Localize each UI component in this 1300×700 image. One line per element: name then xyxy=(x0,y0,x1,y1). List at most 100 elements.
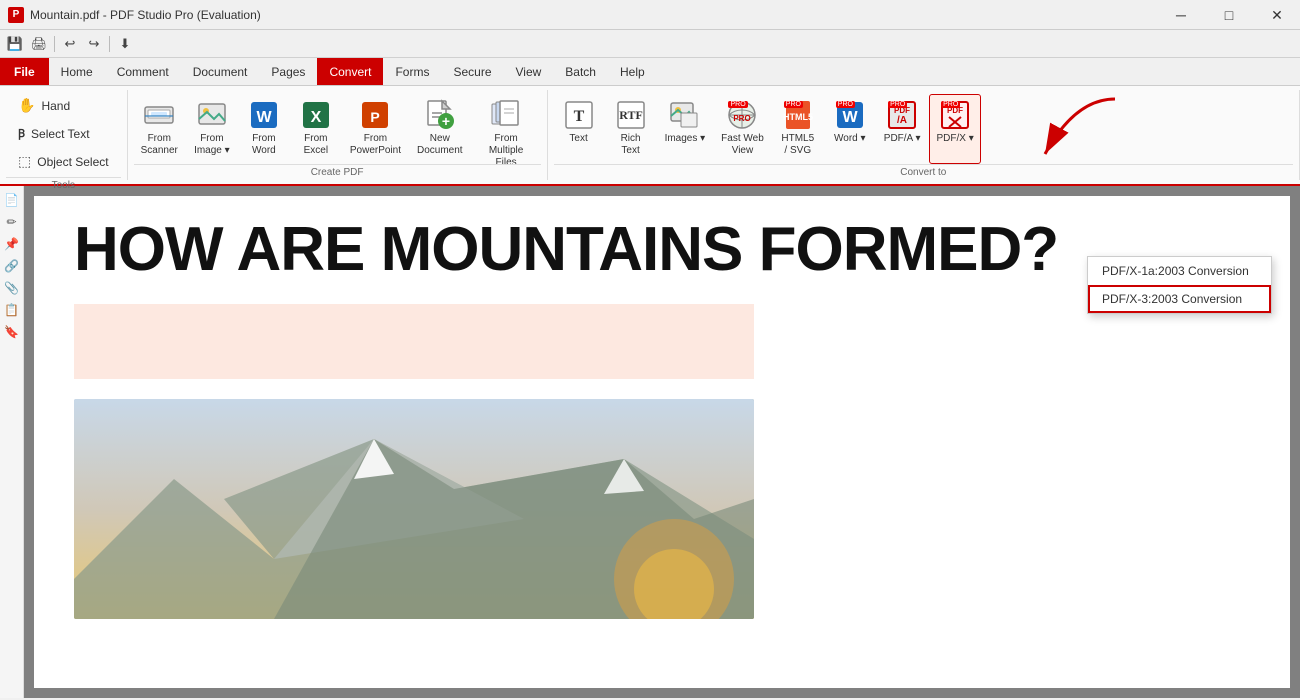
hand-tool-button[interactable]: ✋ Hand xyxy=(10,92,78,119)
object-select-button[interactable]: ⬚ Object Select xyxy=(10,148,117,175)
menu-document[interactable]: Document xyxy=(181,58,260,85)
menu-view[interactable]: View xyxy=(504,58,554,85)
svg-text:X: X xyxy=(311,109,322,126)
pdfx-1a-item[interactable]: PDF/X-1a:2003 Conversion xyxy=(1088,257,1271,285)
pdfx-button[interactable]: PRO PDF PDF/X ▾ xyxy=(929,94,980,164)
from-word-label: FromWord xyxy=(252,133,276,157)
menu-bar: File Home Comment Document Pages Convert… xyxy=(0,58,1300,86)
convert-text-button[interactable]: T Text xyxy=(554,94,604,164)
ribbon-section-tools: ✋ Hand Ꞵ Select Text ⬚ Object Select Too… xyxy=(0,90,128,180)
pro-badge-pdfx: PRO xyxy=(941,101,960,108)
svg-text:/A: /A xyxy=(897,115,907,126)
word-icon: W xyxy=(248,99,280,131)
select-text-label: Select Text xyxy=(31,127,89,141)
pdf-mountain-image xyxy=(74,399,754,619)
select-text-icon: Ꞵ xyxy=(18,126,25,141)
fast-web-view-icon: PRO PRO xyxy=(726,99,758,131)
ribbon: ✋ Hand Ꞵ Select Text ⬚ Object Select Too… xyxy=(0,86,1300,186)
menu-convert[interactable]: Convert xyxy=(317,58,383,85)
pdfx-3-item[interactable]: PDF/X-3:2003 Conversion xyxy=(1088,285,1271,313)
from-image-button[interactable]: FromImage ▾ xyxy=(187,94,237,164)
tools-section-items: ✋ Hand Ꞵ Select Text ⬚ Object Select xyxy=(6,90,121,177)
qa-print-button[interactable]: 🖨 xyxy=(28,33,50,55)
left-icon-attach[interactable]: 📎 xyxy=(2,278,22,298)
left-icon-bookmark[interactable]: 🔖 xyxy=(2,322,22,342)
rich-text-icon: RTF xyxy=(615,99,647,131)
from-image-label: FromImage ▾ xyxy=(194,133,230,157)
from-scanner-button[interactable]: FromScanner xyxy=(134,94,185,164)
maximize-button[interactable]: □ xyxy=(1206,0,1252,30)
ribbon-wrapper: ✋ Hand Ꞵ Select Text ⬚ Object Select Too… xyxy=(0,86,1300,186)
left-icon-clipboard[interactable]: 📋 xyxy=(2,300,22,320)
multiple-files-icon xyxy=(490,99,522,131)
scanner-icon xyxy=(143,99,175,131)
html5-svg-button[interactable]: PRO HTML5 HTML5/ SVG xyxy=(773,94,823,164)
pdfa-button[interactable]: PRO PDF /A PDF/A ▾ xyxy=(877,94,928,164)
left-icon-link[interactable]: 🔗 xyxy=(2,256,22,276)
from-multiple-files-button[interactable]: From MultipleFiles xyxy=(472,94,541,164)
convert-to-items: T Text RTF RichText xyxy=(554,90,1293,164)
convert-rich-text-button[interactable]: RTF RichText xyxy=(606,94,656,164)
from-excel-label: FromExcel xyxy=(304,133,328,157)
svg-text:W: W xyxy=(256,109,272,126)
select-text-button[interactable]: Ꞵ Select Text xyxy=(10,121,98,146)
svg-text:PRO: PRO xyxy=(734,114,751,123)
hand-icon: ✋ xyxy=(18,97,35,114)
minimize-button[interactable]: ─ xyxy=(1158,0,1204,30)
convert-word-button[interactable]: PRO W Word ▾ xyxy=(825,94,875,164)
menu-secure[interactable]: Secure xyxy=(441,58,503,85)
pro-badge-word: PRO xyxy=(836,101,855,108)
quick-access-toolbar: 💾 🖨 ↩ ↪ ⬇ xyxy=(0,30,1300,58)
text-icon: T xyxy=(563,99,595,131)
qa-redo-button[interactable]: ↪ xyxy=(83,33,105,55)
window-controls: ─ □ ✕ xyxy=(1158,0,1300,30)
word-convert-icon: PRO W xyxy=(834,99,866,131)
svg-text:RTF: RTF xyxy=(619,108,643,122)
ribbon-section-convert-to: T Text RTF RichText xyxy=(548,90,1300,180)
pdfa-label: PDF/A ▾ xyxy=(884,133,921,145)
menu-help[interactable]: Help xyxy=(608,58,657,85)
create-pdf-items: FromScanner FromImage ▾ xyxy=(134,90,541,164)
left-icon-edit[interactable]: ✏ xyxy=(2,212,22,232)
menu-file[interactable]: File xyxy=(0,58,49,85)
close-button[interactable]: ✕ xyxy=(1254,0,1300,30)
word-convert-label: Word ▾ xyxy=(834,133,866,145)
hand-label: Hand xyxy=(41,99,70,113)
html5-label: HTML5/ SVG xyxy=(781,133,814,157)
pdf-pink-section xyxy=(74,304,754,379)
excel-icon: X xyxy=(300,99,332,131)
pro-badge-html5: PRO xyxy=(784,101,803,108)
menu-forms[interactable]: Forms xyxy=(383,58,441,85)
menu-home[interactable]: Home xyxy=(49,58,105,85)
menu-batch[interactable]: Batch xyxy=(553,58,608,85)
html5-icon: PRO HTML5 xyxy=(782,99,814,131)
fast-web-view-label: Fast WebView xyxy=(721,133,764,157)
menu-comment[interactable]: Comment xyxy=(105,58,181,85)
menu-pages[interactable]: Pages xyxy=(259,58,317,85)
ribbon-section-create-pdf: FromScanner FromImage ▾ xyxy=(128,90,548,180)
from-ppt-label: FromPowerPoint xyxy=(350,133,401,157)
pdfx-dropdown-menu: PDF/X-1a:2003 Conversion PDF/X-3:2003 Co… xyxy=(1087,256,1272,314)
svg-text:P: P xyxy=(371,109,380,125)
convert-images-button[interactable]: Images ▾ xyxy=(658,94,713,164)
new-document-label: NewDocument xyxy=(417,133,463,157)
from-powerpoint-button[interactable]: P FromPowerPoint xyxy=(343,94,408,164)
qa-save-button[interactable]: 💾 xyxy=(4,33,26,55)
svg-text:T: T xyxy=(573,108,584,125)
left-icon-page[interactable]: 📄 xyxy=(2,190,22,210)
rich-text-label: RichText xyxy=(621,133,641,157)
fast-web-view-button[interactable]: PRO PRO Fast WebView xyxy=(714,94,771,164)
left-icon-pin[interactable]: 📌 xyxy=(2,234,22,254)
pdfx-icon: PRO PDF xyxy=(939,99,971,131)
pdf-document-title: HOW ARE MOUNTAINS FORMED? xyxy=(74,216,1250,284)
ppt-icon: P xyxy=(359,99,391,131)
pdfx-label: PDF/X ▾ xyxy=(936,133,973,145)
qa-download-button[interactable]: ⬇ xyxy=(114,33,136,55)
from-excel-button[interactable]: X FromExcel xyxy=(291,94,341,164)
from-word-button[interactable]: W FromWord xyxy=(239,94,289,164)
tools-section-label: Tools xyxy=(6,177,121,193)
new-document-button[interactable]: + NewDocument xyxy=(410,94,470,164)
qa-undo-button[interactable]: ↩ xyxy=(59,33,81,55)
object-select-icon: ⬚ xyxy=(18,153,31,170)
image-icon xyxy=(196,99,228,131)
